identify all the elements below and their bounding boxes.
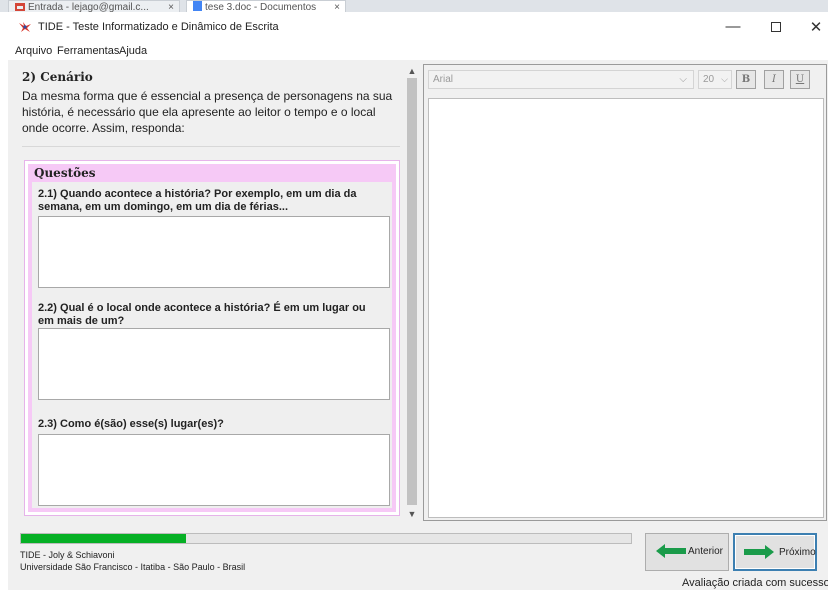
font-family-value: Arial [433,74,454,85]
browser-tab-label: Entrada - lejago@gmail.c... [28,2,149,12]
questions-box: Questões 2.1) Quando acontece a história… [24,160,400,516]
underline-button[interactable]: U [790,70,810,89]
browser-tab-label: tese 3.doc - Documentos [205,2,317,12]
title-bar: TIDE - Teste Informatizado e Dinâmico de… [8,12,828,42]
footer-credits: TIDE - Joly & Schiavoni [20,550,115,560]
minimize-button[interactable]: — [713,18,753,38]
gmail-icon [15,3,25,11]
questionnaire-panel: 2) Cenário Da mesma forma que é essencia… [16,64,404,521]
close-button[interactable]: ✕ [796,18,828,38]
scrollbar-thumb[interactable] [407,78,417,505]
progress-bar [20,533,632,544]
footer-institution: Universidade São Francisco - Itatiba - S… [20,562,246,572]
menu-ajuda[interactable]: Ajuda [119,45,147,57]
question-label: 2.2) Qual é o local onde acontece a hist… [38,302,366,327]
previous-button[interactable]: Anterior [645,533,729,571]
bold-button[interactable]: B [736,70,756,89]
answer-field-2-2[interactable] [38,328,390,400]
editor-text-area[interactable] [428,98,824,518]
app-window: TIDE - Teste Informatizado e Dinâmico de… [8,12,828,590]
questions-frame: Questões 2.1) Quando acontece a história… [28,164,396,512]
background-window-edge [0,12,8,590]
question-label: 2.1) Quando acontece a história? Por exe… [38,188,357,213]
section-title: 2) Cenário [22,70,93,84]
menu-ferramentas[interactable]: Ferramentas [57,45,119,57]
font-size-value: 20 [703,74,715,85]
font-size-select[interactable]: 20 ⌵ [698,70,732,89]
questions-body: 2.1) Quando acontece a história? Por exe… [32,182,392,508]
answer-field-2-1[interactable] [38,216,390,288]
menu-bar: Arquivo Ferramentas Ajuda [8,42,828,60]
question-label: 2.3) Como é(são) esse(s) lugar(es)? [38,418,224,430]
document-icon [193,1,202,11]
arrow-right-icon [744,545,774,559]
previous-label: Anterior [688,546,724,557]
questions-title: Questões [34,166,96,180]
scroll-up-icon[interactable]: ▲ [405,64,419,78]
progress-bar-fill [21,534,186,543]
arrow-left-icon [656,544,686,558]
questionnaire-scrollbar[interactable]: ▲ ▼ [405,64,419,521]
next-label: Próximo [779,547,816,558]
chevron-down-icon: ⌵ [721,74,728,84]
maximize-button[interactable] [756,18,796,38]
scroll-down-icon[interactable]: ▼ [405,507,419,521]
browser-tab-docs[interactable]: tese 3.doc - Documentos × [186,0,346,12]
divider [22,146,400,147]
close-tab-icon[interactable]: × [168,1,174,12]
answer-field-2-3[interactable] [38,434,390,506]
font-family-select[interactable]: Arial ⌵ [428,70,694,89]
browser-tab-gmail[interactable]: Entrada - lejago@gmail.c... × [8,0,180,12]
window-title: TIDE - Teste Informatizado e Dinâmico de… [38,21,279,33]
maximize-icon [771,22,781,32]
app-logo-icon [19,22,31,32]
section-intro: Da mesma forma que é essencial a presenç… [22,89,393,135]
menu-arquivo[interactable]: Arquivo [15,45,52,57]
editor-toolbar: Arial ⌵ 20 ⌵ B I U [424,65,826,95]
status-message: Avaliação criada com sucesso! [682,577,828,589]
close-tab-icon[interactable]: × [334,1,340,12]
browser-tab-strip: Entrada - lejago@gmail.c... × tese 3.doc… [0,0,828,12]
text-editor: Arial ⌵ 20 ⌵ B I U [423,64,827,521]
italic-button[interactable]: I [764,70,784,89]
next-button[interactable]: Próximo [733,533,817,571]
chevron-down-icon: ⌵ [679,74,687,85]
